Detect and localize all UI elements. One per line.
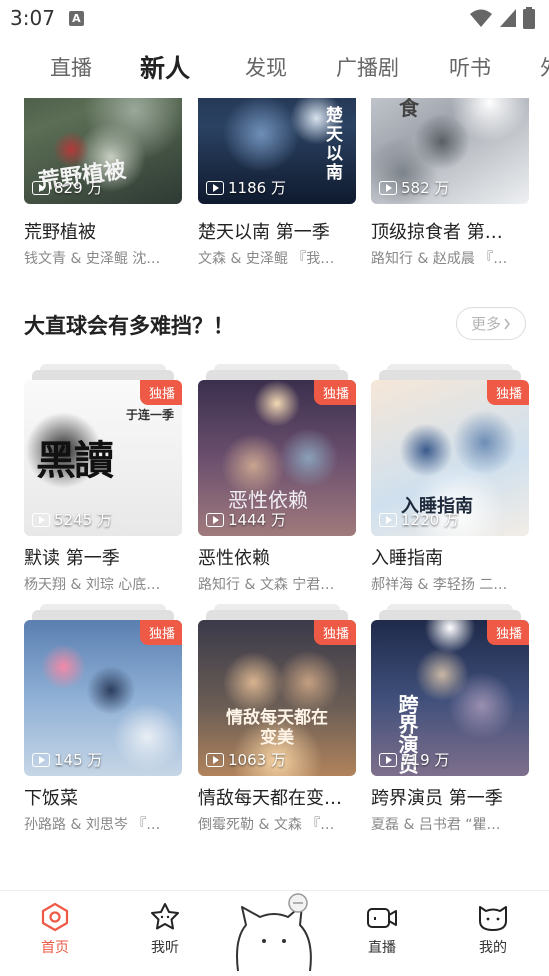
wifi-icon xyxy=(470,9,492,27)
card-title: 恶性依赖 xyxy=(198,548,270,569)
status-time: 3:07 xyxy=(10,6,55,30)
drama-card[interactable]: 入睡指南 独播 1220 万 入睡指南 郝祥海 & 李轻扬 二… xyxy=(371,364,529,604)
tab-discover[interactable]: 发现 xyxy=(245,36,287,98)
drama-card[interactable]: 独播 145 万 下饭菜 孙路路 & 刘思岑 『… xyxy=(24,604,182,844)
cover-title-art: 食 xyxy=(399,98,419,120)
status-bar: 3:07 A xyxy=(0,0,549,36)
signal-icon xyxy=(500,9,516,27)
card-cast: 倒霉死勒 & 文森 『… xyxy=(198,817,335,833)
drama-card[interactable]: 恶性依赖 独播 1444 万 恶性依赖 路知行 & 文森 宁君… xyxy=(198,364,356,604)
cover-image: 入睡指南 独播 1220 万 xyxy=(371,380,529,536)
card-cast: 孙路路 & 刘思岑 『… xyxy=(24,817,161,833)
cover-image: 独播 145 万 xyxy=(24,620,182,776)
star-icon xyxy=(151,903,179,930)
exclusive-badge: 独播 xyxy=(313,620,356,645)
nav-home[interactable]: 首页 xyxy=(25,901,85,957)
cover-image: 荒野植被 829 万 xyxy=(24,98,182,204)
card-cast: 郝祥海 & 李轻扬 二… xyxy=(371,577,508,593)
play-icon xyxy=(32,752,50,767)
tab-newcomer[interactable]: 新人 xyxy=(140,36,190,98)
more-button[interactable]: 更多 xyxy=(456,307,526,340)
exclusive-badge: 独播 xyxy=(486,620,529,645)
cover-image: 楚天以南 1186 万 xyxy=(198,98,356,204)
tab-radio-drama[interactable]: 广播剧 xyxy=(336,36,399,98)
nav-home-label: 首页 xyxy=(41,940,69,956)
play-icon xyxy=(379,180,397,195)
cat-mascot-icon[interactable] xyxy=(232,889,318,973)
exclusive-badge: 独播 xyxy=(313,380,356,405)
section-title: 大直球会有多难挡？！ xyxy=(24,314,234,338)
drama-card[interactable]: 黑讀 于连一季 独播 5245 万 默读 第一季 杨天翔 & 刘琮 心底… xyxy=(24,364,182,604)
main-content: 荒野植被 829 万 荒野植被 钱文青 & 史泽鲲 沈… 楚天以南 1186 万… xyxy=(0,98,549,890)
nav-live[interactable]: 直播 xyxy=(352,901,412,957)
cover-image: 黑讀 于连一季 独播 5245 万 xyxy=(24,380,182,536)
notification-icon: A xyxy=(68,10,84,26)
cover-image: 情敌每天都在变美 独播 1063 万 xyxy=(198,620,356,776)
card-title: 默读 第一季 xyxy=(24,548,120,569)
nav-profile[interactable]: 我的 xyxy=(463,901,523,957)
play-count: 5245 万 xyxy=(32,509,112,530)
tab-audiobook[interactable]: 听书 xyxy=(449,36,491,98)
exclusive-badge: 独播 xyxy=(486,380,529,405)
chevron-right-icon xyxy=(504,318,511,329)
card-title: 情敌每天都在变… xyxy=(198,788,342,809)
card-title: 荒野植被 xyxy=(24,222,96,243)
cover-image: 食 582 万 xyxy=(371,98,529,204)
card-cast: 夏磊 & 吕书君 “瞿… xyxy=(371,817,501,833)
play-count: 582 万 xyxy=(379,177,449,198)
card-cast: 文森 & 史泽鲲 『我… xyxy=(198,251,335,267)
exclusive-badge: 独播 xyxy=(139,380,182,405)
battery-icon xyxy=(523,7,535,29)
card-cast: 路知行 & 赵成晨 『… xyxy=(371,251,508,267)
card-title: 跨界演员 第一季 xyxy=(371,788,503,809)
play-count: 145 万 xyxy=(32,749,102,770)
play-icon xyxy=(206,180,224,195)
card-title: 顶级掠食者 第… xyxy=(371,222,503,243)
cover-title-art: 楚天以南 xyxy=(322,106,342,182)
card-title: 下饭菜 xyxy=(24,788,78,809)
play-icon xyxy=(32,512,50,527)
play-icon xyxy=(206,512,224,527)
cover-title-art: 情敌每天都在变美 xyxy=(226,708,328,748)
drama-card[interactable]: 跨界演员 独播 719 万 跨界演员 第一季 夏磊 & 吕书君 “瞿… xyxy=(371,604,529,844)
cover-subtitle-art: 于连一季 xyxy=(126,408,175,422)
play-count: 829 万 xyxy=(32,177,102,198)
play-icon xyxy=(206,752,224,767)
card-cast: 钱文青 & 史泽鲲 沈… xyxy=(24,251,161,267)
nav-profile-label: 我的 xyxy=(479,940,507,956)
tab-more-partial[interactable]: 外 xyxy=(540,36,549,98)
drama-card[interactable]: 食 582 万 顶级掠食者 第… 路知行 & 赵成晨 『… xyxy=(371,98,529,273)
cat-face-icon xyxy=(479,906,507,931)
cover-title-art: 黑讀 xyxy=(36,437,114,484)
play-count: 1220 万 xyxy=(379,509,459,530)
cover-image: 恶性依赖 独播 1444 万 xyxy=(198,380,356,536)
exclusive-badge: 独播 xyxy=(139,620,182,645)
card-title: 楚天以南 第一季 xyxy=(198,222,330,243)
more-label: 更多 xyxy=(470,315,501,333)
bottom-nav: 首页 我听 直播 我的 xyxy=(0,890,549,976)
nav-live-label: 直播 xyxy=(368,940,396,956)
play-icon xyxy=(379,512,397,527)
card-cast: 路知行 & 文森 宁君… xyxy=(198,577,335,593)
top-tab-bar: 直播 新人 发现 广播剧 听书 外 xyxy=(0,36,549,98)
cover-image: 跨界演员 独播 719 万 xyxy=(371,620,529,776)
card-cast: 杨天翔 & 刘琮 心底… xyxy=(24,577,161,593)
nav-my-listen[interactable]: 我听 xyxy=(135,901,195,957)
drama-card[interactable]: 情敌每天都在变美 独播 1063 万 情敌每天都在变… 倒霉死勒 & 文森 『… xyxy=(198,604,356,844)
play-count: 719 万 xyxy=(379,749,449,770)
card-title: 入睡指南 xyxy=(371,548,443,569)
drama-card[interactable]: 楚天以南 1186 万 楚天以南 第一季 文森 & 史泽鲲 『我… xyxy=(198,98,356,273)
play-count: 1444 万 xyxy=(206,509,286,530)
play-icon xyxy=(32,180,50,195)
tab-live[interactable]: 直播 xyxy=(50,36,92,98)
play-icon xyxy=(379,752,397,767)
video-camera-icon xyxy=(367,908,397,928)
play-count: 1186 万 xyxy=(206,177,286,198)
drama-card[interactable]: 荒野植被 829 万 荒野植被 钱文青 & 史泽鲲 沈… xyxy=(24,98,182,273)
home-icon xyxy=(41,902,69,932)
status-icons xyxy=(469,7,535,29)
nav-my-listen-label: 我听 xyxy=(151,940,179,956)
play-count: 1063 万 xyxy=(206,749,286,770)
